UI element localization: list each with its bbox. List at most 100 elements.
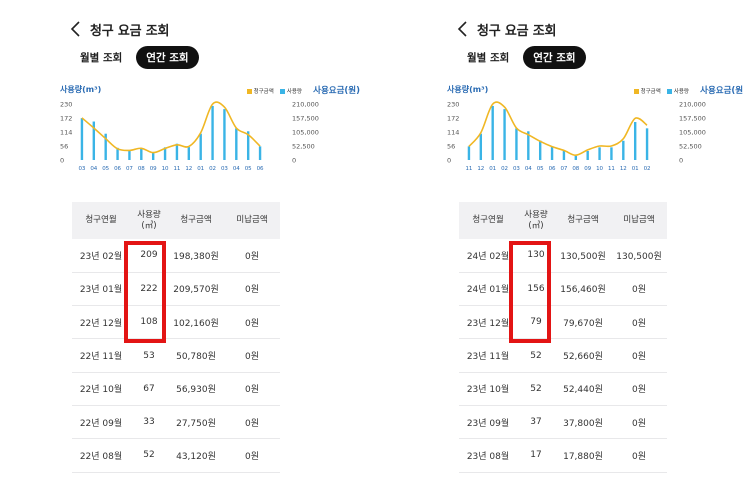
table-row[interactable]: 23년 09월 37 37,800원 0원 [459,405,667,440]
page-title: 청구 요금 조회 [477,23,557,39]
table-row[interactable]: 23년 10월 52 52,440원 0원 [459,372,667,406]
cell-unpaid: 0원 [224,305,280,340]
cell-month: 23년 11월 [459,338,517,373]
header: 청구 요금 조회 [70,18,169,40]
cell-unpaid: 0원 [224,438,280,473]
cell-month: 22년 12월 [72,305,130,340]
x-tick-label: 12 [620,166,627,172]
x-tick-label: 10 [162,166,169,172]
x-tick-label: 12 [477,166,484,172]
table-row[interactable]: 23년 12월 79 79,670원 0원 [459,305,667,340]
usage-bar [187,147,191,160]
table-row[interactable]: 24년 01월 156 156,460원 0원 [459,272,667,307]
cell-month: 23년 08월 [459,438,517,473]
cell-billed: 17,880원 [555,438,611,473]
y-right-tick-label: 210,000 [292,101,319,109]
y-right-tick-label: 157,500 [292,115,319,123]
usage-bar [633,122,637,160]
y-right-tick-label: 157,500 [679,115,706,123]
x-tick-label: 06 [257,166,264,172]
cell-month: 22년 09월 [72,405,130,440]
cell-usage: 52 [517,372,555,406]
back-arrow-icon[interactable] [70,20,82,38]
cell-billed: 198,380원 [168,239,224,273]
x-tick-label: 04 [525,166,532,172]
cell-usage: 33 [130,405,168,440]
table-row[interactable]: 22년 10월 67 56,930원 0원 [72,372,280,406]
usage-bar [223,109,226,160]
tab-monthly[interactable]: 월별 조회 [465,46,519,69]
y-right-tick-label: 52,500 [679,143,702,151]
x-tick-label: 07 [560,166,567,172]
table-row[interactable]: 22년 08월 52 43,120원 0원 [72,438,280,473]
usage-bar [538,140,542,160]
y-left-tick-label: 114 [447,129,459,137]
x-tick-label: 03 [513,166,520,172]
cell-month: 23년 02월 [72,239,130,273]
cell-billed: 209,570원 [168,272,224,307]
tab-monthly[interactable]: 월별 조회 [78,46,132,69]
cell-unpaid: 0원 [224,272,280,307]
table-header-row: 청구연월 사용량 (㎥) 청구금액 미납금액 [72,202,280,239]
usage-bar [175,143,179,160]
x-tick-label: 05 [102,166,109,172]
x-tick-label: 03 [78,166,85,172]
x-tick-label: 09 [150,166,157,172]
x-tick-label: 08 [572,166,579,172]
table-row[interactable]: 23년 08월 17 17,880원 0원 [459,438,667,473]
table-row[interactable]: 24년 02월 130 130,500원 130,500원 [459,239,667,273]
y-left-tick-label: 172 [60,115,72,123]
view-tabs: 월별 조회 연간 조회 [78,46,203,69]
usage-bar [574,155,578,160]
cell-usage: 67 [130,372,168,406]
cell-unpaid: 0원 [611,338,667,373]
table-row[interactable]: 22년 12월 108 102,160원 0원 [72,305,280,340]
x-tick-label: 05 [537,166,544,172]
x-tick-label: 01 [489,166,496,172]
cell-usage: 37 [517,405,555,440]
x-tick-label: 06 [549,166,556,172]
bill-table: 청구연월 사용량 (㎥) 청구금액 미납금액 24년 02월 130 130,500원… [459,202,667,473]
usage-chart: 사용량(m³) 청구금액 사용량 사용요금(원) 230 172 114 56 0 210… [447,84,743,180]
usage-bar [467,146,471,160]
x-tick-label: 09 [584,166,591,172]
cell-unpaid: 0원 [611,305,667,340]
cell-billed: 156,460원 [555,272,611,307]
header-billed: 청구금액 [555,202,611,239]
view-tabs: 월별 조회 연간 조회 [465,46,590,69]
table-row[interactable]: 23년 01월 222 209,570원 0원 [72,272,280,307]
table-row[interactable]: 22년 11월 53 50,780원 0원 [72,338,280,373]
header: 청구 요금 조회 [457,18,556,40]
cell-usage: 130 [517,239,555,273]
cell-unpaid: 130,500원 [611,239,667,273]
back-arrow-icon[interactable] [457,20,469,38]
cell-month: 22년 11월 [72,338,130,373]
bill-amount-line [468,101,648,157]
y-left-tick-label: 0 [60,157,64,165]
cell-usage: 53 [130,338,168,373]
tab-yearly[interactable]: 연간 조회 [523,46,586,69]
x-tick-label: 11 [173,166,180,172]
cell-unpaid: 0원 [224,338,280,373]
table-row[interactable]: 23년 02월 209 198,380원 0원 [72,239,280,273]
table-row[interactable]: 22년 09월 33 27,750원 0원 [72,405,280,440]
table-row[interactable]: 23년 11월 52 52,660원 0원 [459,338,667,373]
x-tick-label: 02 [209,166,216,172]
x-tick-label: 02 [501,166,508,172]
panel-left: 청구 요금 조회 월별 조회 연간 조회 사용량(m³) 청구금액 사용량 사용… [60,0,360,489]
cell-usage: 156 [517,272,555,307]
cell-month: 22년 08월 [72,438,130,473]
cell-billed: 79,670원 [555,305,611,340]
panel-right: 청구 요금 조회 월별 조회 연간 조회 사용량(m³) 청구금액 사용량 사용… [447,0,743,489]
usage-chart: 사용량(m³) 청구금액 사용량 사용요금(원) 230 172 114 56 0 210… [60,84,360,180]
cell-unpaid: 0원 [224,405,280,440]
y-left-tick-label: 230 [60,101,72,109]
x-tick-label: 11 [465,166,472,172]
cell-unpaid: 0원 [611,272,667,307]
usage-bar [140,148,143,160]
usage-bar [258,146,262,160]
tab-yearly[interactable]: 연간 조회 [136,46,199,69]
cell-usage: 209 [130,239,168,273]
bill-table: 청구연월 사용량 (㎥) 청구금액 미납금액 23년 02월 209 198,380원… [72,202,280,473]
cell-unpaid: 0원 [611,438,667,473]
